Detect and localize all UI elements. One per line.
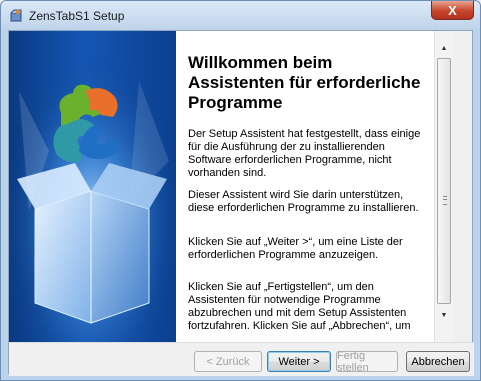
button-bar: < Zurück Weiter > Fertig stellen Abbrech… [9, 342, 474, 376]
cancel-button[interactable]: Abbrechen [406, 351, 470, 372]
scroll-down-arrow-icon[interactable]: ▼ [437, 308, 451, 322]
support-paragraph: Dieser Assistent wird Sie darin unterstü… [188, 189, 419, 214]
finish-instruction-text: Klicken Sie auf „Fertigstellen“, um den … [188, 281, 411, 332]
right-margin [453, 31, 472, 342]
window-title: ZensTabS1 Setup [29, 9, 125, 23]
next-instruction-paragraph: Klicken Sie auf „Weiter >“, um eine List… [188, 236, 403, 261]
wizard-client-area: Willkommen beim Assistenten für erforder… [8, 30, 474, 376]
scroll-thumb[interactable] [437, 58, 451, 304]
next-button[interactable]: Weiter > [267, 351, 331, 372]
close-icon: X [448, 2, 457, 18]
puzzle-box-graphic [9, 31, 176, 342]
back-button[interactable]: < Zurück [194, 351, 262, 372]
scroll-up-arrow-icon[interactable]: ▲ [437, 41, 451, 55]
setup-box-icon [10, 9, 22, 22]
scroll-grip-icon [443, 196, 447, 205]
setup-window: ZensTabS1 Setup X Willkommen beim Assist… [0, 0, 481, 381]
sidebar-graphic [9, 31, 176, 342]
finish-button[interactable]: Fertig stellen [336, 350, 398, 374]
intro-paragraph: Der Setup Assistent hat festgestellt, da… [188, 128, 421, 179]
title-bar: ZensTabS1 Setup X [1, 1, 480, 30]
welcome-heading: Willkommen beim Assistenten für erforder… [188, 53, 421, 112]
vertical-scrollbar[interactable]: ▲ ▼ [434, 31, 453, 342]
finish-instruction-paragraph: Klicken Sie auf „Fertigstellen“, um den … [188, 281, 428, 333]
welcome-content: Willkommen beim Assistenten für erforder… [176, 31, 434, 342]
close-button[interactable]: X [431, 1, 474, 20]
